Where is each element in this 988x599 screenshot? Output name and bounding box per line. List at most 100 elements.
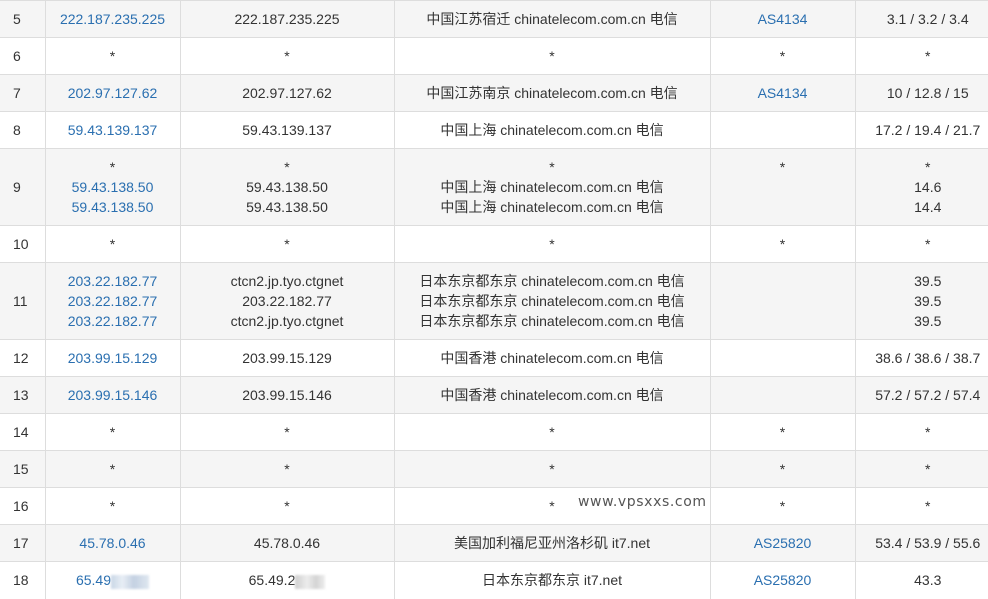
ip-address-link[interactable]: 202.97.127.62 bbox=[46, 83, 180, 103]
as-number: * bbox=[711, 422, 855, 442]
location-cell: 中国香港 chinatelecom.com.cn 电信 bbox=[394, 377, 710, 414]
location: 中国香港 chinatelecom.com.cn 电信 bbox=[395, 348, 710, 368]
ip-address-link[interactable]: 203.22.182.77 bbox=[46, 311, 180, 331]
as-number-link[interactable]: AS25820 bbox=[711, 533, 855, 553]
ip-address-text: 59.43.138.50 bbox=[72, 199, 154, 215]
hop-row: 859.43.139.13759.43.139.137中国上海 chinatel… bbox=[0, 112, 988, 149]
latency: * bbox=[856, 157, 988, 177]
latency: 3.1 / 3.2 / 3.4 bbox=[856, 9, 988, 29]
hostname-text: 203.99.15.129 bbox=[242, 350, 332, 366]
location-cell: * bbox=[394, 226, 710, 263]
redaction-blur bbox=[111, 575, 149, 589]
ip-address-link[interactable]: 59.43.138.50 bbox=[46, 197, 180, 217]
as-number-text: * bbox=[780, 159, 785, 175]
latency-text: * bbox=[925, 159, 930, 175]
ip-address-cell: 59.43.139.137 bbox=[45, 112, 180, 149]
location-text: 中国江苏南京 chinatelecom.com.cn 电信 bbox=[426, 85, 677, 101]
ip-address-link[interactable]: 45.78.0.46 bbox=[46, 533, 180, 553]
hop-number: 14 bbox=[0, 414, 45, 451]
as-number-text: * bbox=[780, 498, 785, 514]
hostname-cell: 222.187.235.225 bbox=[180, 1, 394, 38]
location-text: 中国香港 chinatelecom.com.cn 电信 bbox=[440, 350, 663, 366]
latency: 17.2 / 19.4 / 21.7 bbox=[856, 120, 988, 140]
hop-row: 9*59.43.138.5059.43.138.50*59.43.138.505… bbox=[0, 149, 988, 226]
latency: * bbox=[856, 46, 988, 66]
latency: 43.3 bbox=[856, 570, 988, 590]
hostname: 203.99.15.146 bbox=[181, 385, 394, 405]
hop-row: 5222.187.235.225222.187.235.225中国江苏宿迁 ch… bbox=[0, 1, 988, 38]
as-number bbox=[711, 385, 855, 405]
ip-address-link[interactable]: 222.187.235.225 bbox=[46, 9, 180, 29]
latency: * bbox=[856, 459, 988, 479]
hop-row: 12203.99.15.129203.99.15.129中国香港 chinate… bbox=[0, 340, 988, 377]
ip-address-link[interactable]: 203.99.15.146 bbox=[46, 385, 180, 405]
ip-address: * bbox=[46, 496, 180, 516]
as-number bbox=[711, 291, 855, 311]
ip-address-cell: * bbox=[45, 451, 180, 488]
as-number-link[interactable]: AS4134 bbox=[711, 9, 855, 29]
as-number bbox=[711, 348, 855, 368]
latency-cell: 10 / 12.8 / 15 bbox=[855, 75, 988, 112]
ip-address-text: 59.43.138.50 bbox=[72, 179, 154, 195]
hostname-cell: * bbox=[180, 38, 394, 75]
latency-cell: * 14.6 14.4 bbox=[855, 149, 988, 226]
as-number-text: * bbox=[780, 461, 785, 477]
location-cell: 日本东京都东京 chinatelecom.com.cn 电信日本东京都东京 ch… bbox=[394, 263, 710, 340]
ip-address-cell: 202.97.127.62 bbox=[45, 75, 180, 112]
location: * bbox=[395, 234, 710, 254]
hostname-cell: * bbox=[180, 414, 394, 451]
latency-text: 38.6 / 38.6 / 38.7 bbox=[875, 350, 980, 366]
location-text: 日本东京都东京 chinatelecom.com.cn 电信 bbox=[419, 293, 684, 309]
ip-address-text: 59.43.139.137 bbox=[68, 122, 158, 138]
latency-cell: * bbox=[855, 226, 988, 263]
latency: 14.6 bbox=[856, 177, 988, 197]
location: 中国江苏南京 chinatelecom.com.cn 电信 bbox=[395, 83, 710, 103]
ip-address-cell: * bbox=[45, 488, 180, 525]
location: 中国上海 chinatelecom.com.cn 电信 bbox=[395, 177, 710, 197]
as-number-link[interactable]: AS25820 bbox=[711, 570, 855, 590]
as-number-text: AS4134 bbox=[758, 11, 808, 27]
hostname-text: * bbox=[284, 461, 289, 477]
ip-address-link[interactable]: 59.43.139.137 bbox=[46, 120, 180, 140]
hop-row: 1745.78.0.4645.78.0.46美国加利福尼亚州洛杉矶 it7.ne… bbox=[0, 525, 988, 562]
ip-address-cell: 45.78.0.46 bbox=[45, 525, 180, 562]
latency-text: * bbox=[925, 498, 930, 514]
ip-address-link[interactable]: 203.22.182.77 bbox=[46, 271, 180, 291]
hostname: 203.99.15.129 bbox=[181, 348, 394, 368]
latency-text: 39.5 bbox=[914, 293, 941, 309]
redaction-blur bbox=[295, 575, 325, 589]
as-number bbox=[711, 120, 855, 140]
hop-number: 12 bbox=[0, 340, 45, 377]
hostname-text: 222.187.235.225 bbox=[234, 11, 339, 27]
location: 日本东京都东京 chinatelecom.com.cn 电信 bbox=[395, 271, 710, 291]
location-text: 日本东京都东京 chinatelecom.com.cn 电信 bbox=[419, 313, 684, 329]
location: 美国加利福尼亚州洛杉矶 it7.net bbox=[395, 533, 710, 553]
as-number-link[interactable]: AS4134 bbox=[711, 83, 855, 103]
ip-address-link[interactable]: 203.22.182.77 bbox=[46, 291, 180, 311]
as-number-cell bbox=[710, 263, 855, 340]
latency: 57.2 / 57.2 / 57.4 bbox=[856, 385, 988, 405]
latency-cell: 43.3 bbox=[855, 562, 988, 599]
ip-address: * bbox=[46, 234, 180, 254]
ip-address-link[interactable]: 203.99.15.129 bbox=[46, 348, 180, 368]
ip-address-link[interactable]: 65.49 bbox=[46, 570, 180, 590]
ip-address-cell: 203.99.15.129 bbox=[45, 340, 180, 377]
ip-address-text: 45.78.0.46 bbox=[79, 535, 145, 551]
hop-row: 1865.4965.49.2日本东京都东京 it7.netAS2582043.3 bbox=[0, 562, 988, 599]
as-number bbox=[711, 197, 855, 217]
hop-number: 7 bbox=[0, 75, 45, 112]
hostname-text: * bbox=[284, 48, 289, 64]
as-number-cell: AS4134 bbox=[710, 1, 855, 38]
ip-address-text: 203.99.15.146 bbox=[68, 387, 158, 403]
hostname: * bbox=[181, 46, 394, 66]
latency: 10 / 12.8 / 15 bbox=[856, 83, 988, 103]
hostname-cell: * bbox=[180, 488, 394, 525]
hostname-text: 59.43.139.137 bbox=[242, 122, 332, 138]
location: 中国上海 chinatelecom.com.cn 电信 bbox=[395, 197, 710, 217]
hostname: * bbox=[181, 234, 394, 254]
latency-text: 14.4 bbox=[914, 199, 941, 215]
hop-number: 11 bbox=[0, 263, 45, 340]
ip-address-text: * bbox=[110, 461, 115, 477]
as-number-cell bbox=[710, 377, 855, 414]
ip-address-link[interactable]: 59.43.138.50 bbox=[46, 177, 180, 197]
